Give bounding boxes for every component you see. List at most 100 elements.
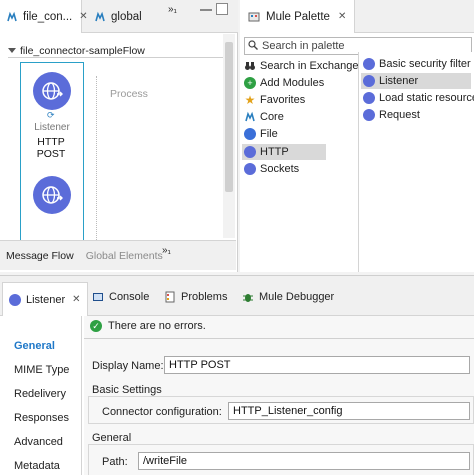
category-label: Core: [260, 111, 284, 123]
connector-config-field[interactable]: HTTP_Listener_config: [228, 402, 470, 420]
node-display-name: HTTP POST: [36, 136, 66, 160]
collapse-icon[interactable]: [8, 48, 16, 53]
category-favorites[interactable]: ★ Favorites: [244, 92, 306, 108]
status-text: There are no errors.: [108, 320, 206, 332]
tab-file-connector[interactable]: file_con... ✕: [0, 0, 88, 33]
mule-flow-icon: [94, 11, 106, 23]
category-add-modules[interactable]: + Add Modules: [244, 75, 324, 91]
display-name-label: Display Name:: [92, 360, 164, 372]
http-icon: [363, 92, 375, 104]
process-divider: [96, 76, 97, 254]
ide-window: file_con... ✕ global »₁ file_connector-s…: [0, 0, 474, 475]
category-search-exchange[interactable]: Search in Exchange...: [244, 58, 368, 74]
http-icon: [9, 293, 21, 306]
http-icon: [244, 146, 256, 158]
operation-label: Basic security filter: [379, 58, 471, 70]
category-sockets[interactable]: Sockets: [244, 161, 299, 177]
mule-icon: [244, 111, 256, 123]
category-label: Favorites: [260, 94, 306, 106]
http-icon: [363, 109, 375, 121]
properties-tab-bar: Listener ✕ Console Problems Mule Debugge…: [0, 276, 474, 316]
editor-window-controls: [200, 3, 228, 15]
palette-icon: [248, 11, 260, 23]
category-label: Sockets: [260, 163, 300, 175]
http-icon: [363, 75, 375, 87]
mule-palette-pane: Mule Palette ✕ Search in palette Search …: [240, 0, 474, 272]
path-label: Path:: [102, 456, 128, 468]
category-label: Add Modules: [260, 77, 325, 89]
view-overflow-button[interactable]: »₁: [162, 245, 171, 256]
category-label: Search in Exchange...: [260, 60, 368, 72]
category-label: HTTP: [260, 146, 289, 158]
bug-icon: [242, 291, 254, 303]
sidebar-item-metadata[interactable]: Metadata: [14, 460, 60, 472]
node-type-label: Listener: [34, 122, 70, 133]
check-icon: ✓: [90, 320, 102, 332]
editor-view-tabs: Message Flow Global Elements: [0, 240, 236, 270]
flow-header[interactable]: file_connector-sampleFlow: [8, 44, 232, 58]
tab-overflow-button[interactable]: »₁: [168, 4, 177, 15]
operation-label: Request: [379, 109, 420, 121]
editor-tab-bar: file_con... ✕ global »₁: [0, 0, 238, 33]
globe-icon: [42, 82, 63, 100]
sockets-icon: [244, 163, 256, 175]
properties-pane: Listener ✕ Console Problems Mule Debugge…: [0, 275, 474, 475]
http-listener-node[interactable]: [33, 72, 71, 110]
plus-icon: +: [244, 77, 256, 89]
search-icon: [248, 39, 258, 53]
operation-basic-security-filter[interactable]: Basic security filter: [363, 56, 471, 72]
scrollbar-thumb[interactable]: [225, 42, 233, 192]
mule-flow-icon: [6, 11, 18, 23]
sidebar-item-responses[interactable]: Responses: [14, 412, 69, 424]
path-field[interactable]: /writeFile: [138, 452, 470, 470]
category-core[interactable]: Core: [244, 109, 284, 125]
tab-global-elements[interactable]: Global Elements: [86, 250, 163, 262]
category-label: File: [260, 128, 278, 140]
problems-icon: [164, 291, 176, 303]
star-icon: ★: [244, 93, 256, 107]
flow-canvas[interactable]: file_connector-sampleFlow Process ⟳ List…: [0, 34, 236, 268]
tab-message-flow[interactable]: Message Flow: [6, 250, 74, 262]
sidebar-item-advanced[interactable]: Advanced: [14, 436, 63, 448]
console-icon: [92, 291, 104, 303]
file-icon: [244, 128, 256, 140]
properties-form: ✓ There are no errors. Display Name: HTT…: [84, 316, 474, 475]
tab-global[interactable]: global: [88, 0, 152, 33]
close-icon[interactable]: ✕: [338, 11, 346, 22]
tab-label: Problems: [181, 291, 228, 303]
tab-console[interactable]: Console: [88, 284, 153, 310]
sidebar-item-redelivery[interactable]: Redelivery: [14, 388, 66, 400]
close-icon[interactable]: ✕: [72, 294, 80, 305]
flow-name: file_connector-sampleFlow: [20, 44, 145, 57]
close-icon[interactable]: ✕: [79, 11, 87, 22]
tab-mule-debugger[interactable]: Mule Debugger: [238, 284, 338, 310]
palette-operations: Basic security filter Listener Load stat…: [358, 52, 474, 272]
tab-mule-palette[interactable]: Mule Palette ✕: [240, 0, 356, 33]
binoculars-icon: [244, 60, 256, 72]
operation-request[interactable]: Request: [363, 107, 420, 123]
tab-label: global: [111, 10, 142, 23]
general-title: General: [92, 432, 132, 444]
maximize-icon[interactable]: [216, 3, 228, 15]
http-icon: [363, 58, 375, 70]
category-file[interactable]: File: [244, 126, 278, 142]
display-name-field[interactable]: HTTP POST: [164, 356, 470, 374]
tab-label: Mule Debugger: [259, 291, 335, 303]
http-response-node[interactable]: [33, 176, 71, 214]
operation-load-static-resource[interactable]: Load static resource: [363, 90, 474, 106]
tab-listener[interactable]: Listener ✕: [2, 282, 88, 316]
tab-label: Listener: [26, 293, 66, 306]
validation-status: ✓ There are no errors.: [90, 320, 206, 332]
refresh-icon: ⟳: [47, 110, 55, 120]
sidebar-item-mime-type[interactable]: MIME Type: [14, 364, 69, 376]
minimize-icon[interactable]: [200, 3, 212, 11]
tab-problems[interactable]: Problems: [160, 284, 231, 310]
operation-listener[interactable]: Listener: [361, 73, 471, 89]
sidebar-item-general[interactable]: General: [14, 340, 55, 352]
palette-categories: Search in Exchange... + Add Modules ★ Fa…: [240, 58, 368, 272]
tab-label: file_con...: [23, 10, 73, 23]
basic-settings-title: Basic Settings: [92, 384, 162, 396]
palette-title: Mule Palette: [266, 10, 330, 23]
tab-label: Console: [109, 291, 150, 303]
category-http[interactable]: HTTP: [242, 144, 326, 160]
